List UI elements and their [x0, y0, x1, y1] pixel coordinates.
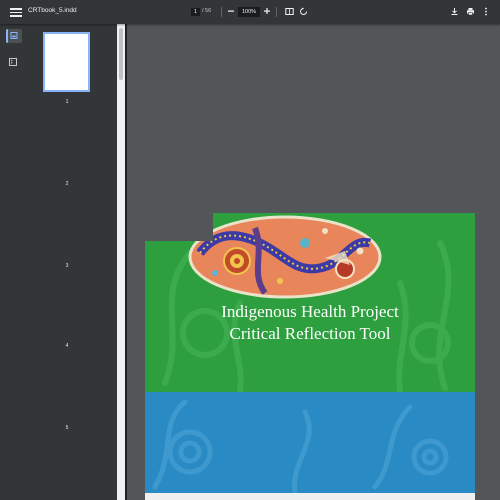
page-bottom-edge — [145, 493, 475, 500]
page-number-input[interactable]: 1 — [191, 8, 200, 16]
menu-icon[interactable] — [10, 6, 22, 18]
toolbar-divider — [221, 7, 222, 17]
thumbnail-view-button[interactable] — [6, 29, 22, 43]
toolbar-divider — [276, 7, 277, 17]
pdf-toolbar: CRTbook_5.indd 1 / 56 100% — [0, 0, 500, 24]
cover-title-line-2: Critical Reflection Tool — [229, 324, 391, 343]
image-icon — [10, 32, 18, 39]
cover-title-line-1: Indigenous Health Project — [221, 302, 399, 321]
scrollbar-thumb[interactable] — [119, 28, 123, 80]
pdf-page-cover: Indigenous Health Project Critical Refle… — [145, 213, 475, 500]
document-title: CRTbook_5.indd — [28, 7, 77, 14]
thumbnail-page-number[interactable]: 3 — [63, 263, 71, 269]
more-actions-icon[interactable] — [483, 7, 489, 18]
panel-divider — [125, 24, 127, 500]
thumbnail-page-number: 1 — [65, 99, 69, 105]
print-icon[interactable] — [466, 7, 475, 18]
blue-art-pattern — [152, 399, 449, 493]
thumbnail-scrollbar[interactable] — [117, 24, 125, 500]
cover-blue-panel — [145, 392, 475, 493]
thumbnail-page-number[interactable]: 4 — [63, 343, 71, 349]
cover-notch — [145, 213, 213, 241]
sidebar-view-switcher — [0, 24, 26, 500]
zoom-input[interactable]: 100% — [238, 7, 260, 17]
outline-icon — [9, 58, 17, 66]
thumbnail-page-number[interactable]: 5 — [63, 425, 71, 431]
cover-green-panel: Indigenous Health Project Critical Refle… — [145, 213, 475, 392]
zoom-out-icon[interactable] — [227, 7, 235, 17]
fit-to-page-icon[interactable] — [285, 7, 294, 18]
zoom-in-icon[interactable] — [263, 7, 271, 17]
page-total: / 56 — [202, 8, 212, 14]
thumbnail-page-number[interactable]: 2 — [63, 181, 71, 187]
outline-view-button[interactable] — [6, 55, 20, 69]
page-thumbnail-1[interactable] — [43, 32, 90, 92]
rotate-icon[interactable] — [299, 7, 308, 18]
download-icon[interactable] — [450, 7, 459, 18]
